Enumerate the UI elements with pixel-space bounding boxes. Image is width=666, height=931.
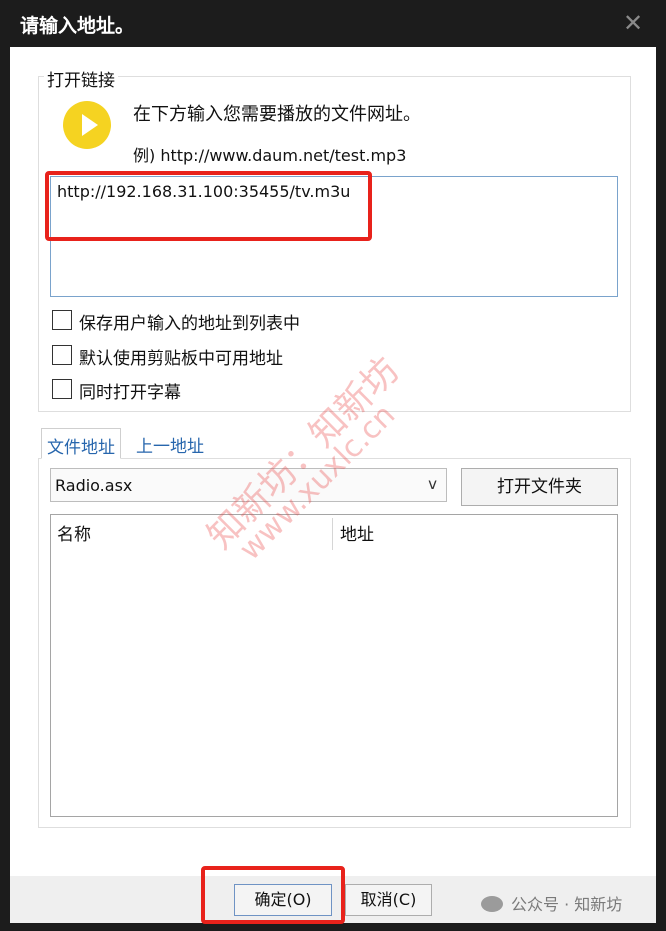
column-header-name[interactable]: 名称 — [57, 520, 91, 545]
footer-brand-text: 公众号 · 知新坊 — [511, 895, 623, 914]
tab-file-address[interactable]: 文件地址 — [41, 428, 121, 459]
cancel-button[interactable]: 取消(C) — [345, 884, 432, 916]
close-icon[interactable]: ✕ — [616, 6, 650, 40]
dropdown-value: Radio.asx — [55, 476, 133, 495]
column-separator[interactable] — [332, 518, 333, 550]
highlight-url-box — [45, 171, 372, 241]
open-folder-button[interactable]: 打开文件夹 — [461, 468, 618, 506]
address-list[interactable] — [50, 514, 618, 817]
checkbox-box[interactable] — [52, 310, 72, 330]
column-header-address[interactable]: 地址 — [340, 520, 374, 545]
footer-brand: 公众号 · 知新坊 — [481, 891, 622, 915]
highlight-ok-button — [201, 866, 345, 924]
tab-previous-address[interactable]: 上一地址 — [131, 428, 209, 459]
wechat-icon — [481, 896, 503, 912]
checkbox-label: 默认使用剪贴板中可用地址 — [79, 349, 283, 369]
checkbox-box[interactable] — [52, 345, 72, 365]
chevron-down-icon[interactable]: v — [428, 475, 437, 493]
title-bar: 请输入地址。 ✕ — [0, 0, 666, 47]
dialog-title: 请输入地址。 — [20, 15, 135, 37]
checkbox-label: 同时打开字幕 — [79, 383, 181, 403]
open-link-legend: 打开链接 — [44, 66, 118, 91]
checkbox-label: 保存用户输入的地址到列表中 — [79, 314, 300, 334]
example-text: 例) http://www.daum.net/test.mp3 — [133, 146, 407, 165]
checkbox-box[interactable] — [52, 379, 72, 399]
play-icon — [63, 101, 111, 149]
instruction-text: 在下方输入您需要播放的文件网址。 — [133, 104, 421, 125]
